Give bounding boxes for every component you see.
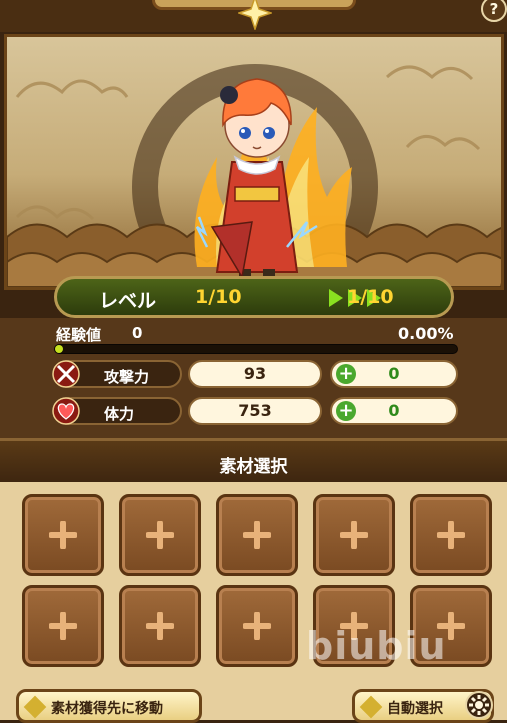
plus-icon [49, 521, 77, 549]
exp-percent: 0.00% [398, 324, 454, 343]
plus-icon [340, 521, 368, 549]
diamond-icon [359, 695, 383, 719]
exp-progress-fill [55, 345, 63, 353]
diamond-icon [23, 695, 47, 719]
plus-icon [243, 521, 271, 549]
attack-value: 93 [188, 360, 322, 388]
attack-label: 攻撃力 [104, 368, 150, 386]
plus-icon [146, 521, 174, 549]
material-slot[interactable] [22, 494, 104, 576]
plus-icon [437, 521, 465, 549]
level-label: レベル [99, 290, 157, 312]
watermark: biubiu [306, 624, 447, 668]
level-bar: レベル 1/10 1/10 [54, 276, 454, 318]
exp-label: 経験値 [56, 326, 102, 344]
go-to-material-source-label: 素材獲得先に移動 [51, 701, 163, 717]
plus-icon [49, 612, 77, 640]
level-current: 1/10 [195, 286, 242, 308]
hp-label: 体力 [104, 405, 135, 423]
material-title: 素材選択 [219, 457, 288, 477]
character-display-panel [4, 34, 504, 290]
material-slot[interactable] [216, 494, 298, 576]
material-slot[interactable] [119, 585, 201, 667]
plus-icon [146, 612, 174, 640]
exp-progress-track [54, 344, 458, 354]
material-slot[interactable] [410, 494, 492, 576]
material-slot[interactable] [22, 585, 104, 667]
gear-icon[interactable] [462, 688, 496, 722]
auto-select-label: 自動選択 [387, 701, 443, 717]
exp-value: 0 [132, 324, 143, 342]
attack-bonus-value: 0 [388, 364, 400, 383]
hp-bonus-value: 0 [388, 401, 400, 420]
hp-value: 753 [188, 397, 322, 425]
plus-icon [243, 612, 271, 640]
material-slot[interactable] [119, 494, 201, 576]
heart-icon [52, 397, 80, 425]
level-next: 1/10 [347, 286, 394, 308]
character-artwork [7, 64, 501, 287]
crossed-swords-icon [52, 360, 80, 388]
attack-bonus-plus-icon: + [336, 364, 356, 384]
material-slot[interactable] [313, 494, 395, 576]
material-slot[interactable] [216, 585, 298, 667]
go-to-material-source-button[interactable]: 素材獲得先に移動 [16, 689, 202, 723]
sparkle-star-icon [238, 0, 272, 30]
hp-bonus-plus-icon: + [336, 401, 356, 421]
